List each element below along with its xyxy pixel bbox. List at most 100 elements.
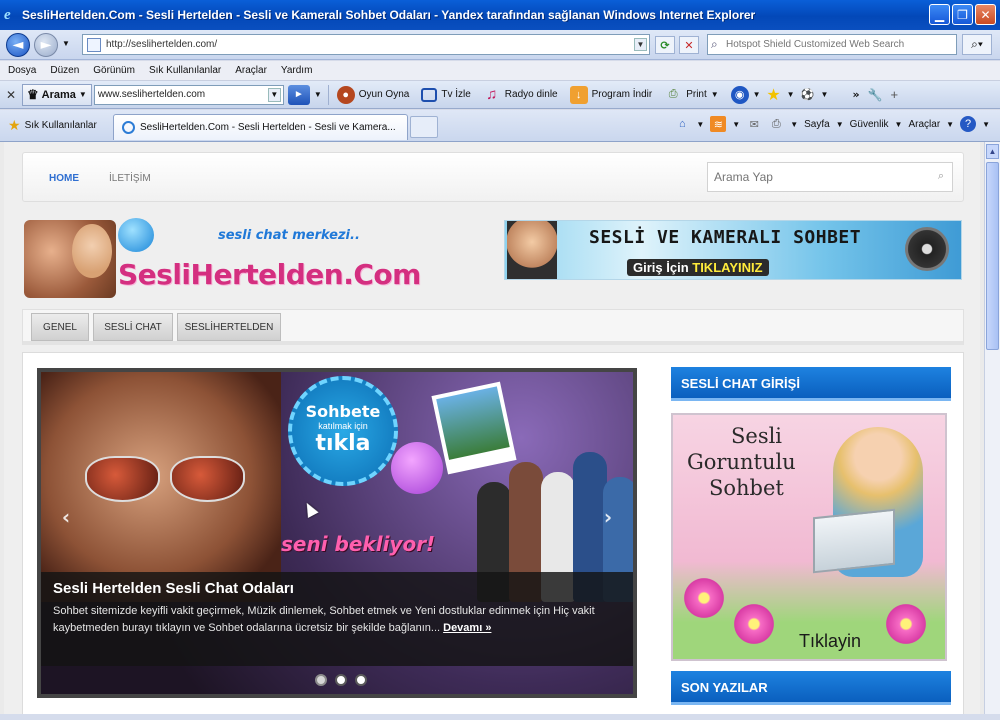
yandex-search-label: Arama xyxy=(41,88,76,101)
music-note-icon: ♫ xyxy=(486,86,498,103)
header-banner[interactable]: SESLİ VE KAMERALI SOHBET Giriş İçin TIKL… xyxy=(504,220,962,280)
search-go-button[interactable]: ⌕▾ xyxy=(962,34,992,55)
chevron-down-icon[interactable]: ▼ xyxy=(732,120,740,129)
featured-slider[interactable]: Sohbete katılmak için tıkla seni bekliyo… xyxy=(37,368,637,698)
scroll-up-icon[interactable]: ▲ xyxy=(986,144,999,159)
menu-edit[interactable]: Düzen xyxy=(50,65,79,76)
chevron-down-icon[interactable]: ▼ xyxy=(314,90,322,99)
mail-icon[interactable]: ✉ xyxy=(746,116,762,132)
stop-icon[interactable]: ✕ xyxy=(679,36,699,54)
menu-tools[interactable]: Araçlar xyxy=(235,65,267,76)
printer-icon[interactable]: ⎙ xyxy=(768,116,784,132)
search-icon[interactable]: ⌕ xyxy=(938,170,944,183)
nav-home[interactable]: HOME xyxy=(49,173,79,184)
toolbar-close-icon[interactable]: ✕ xyxy=(0,88,22,102)
scrollbar-thumb[interactable] xyxy=(986,162,999,350)
toolbar-tv-izle[interactable]: Tv İzle xyxy=(415,84,476,106)
page-menu[interactable]: Sayfa xyxy=(804,119,830,130)
refresh-icon[interactable]: ⟳ xyxy=(655,36,675,54)
slide-overlay-text: seni bekliyor! xyxy=(281,532,436,556)
back-button[interactable]: ◄ xyxy=(6,33,30,57)
read-more-link[interactable]: Devamı » xyxy=(443,622,491,634)
slider-dot-1[interactable] xyxy=(315,674,327,686)
slide-woman-image xyxy=(41,372,281,602)
slider-dot-3[interactable] xyxy=(355,674,367,686)
help-icon[interactable]: ? xyxy=(960,116,977,132)
join-chat-badge[interactable]: Sohbete katılmak için tıkla xyxy=(288,376,398,486)
flower-decoration xyxy=(681,575,727,621)
address-field[interactable]: ▼ xyxy=(82,34,650,55)
chevron-down-icon: ▼ xyxy=(835,119,844,129)
address-dropdown-icon[interactable]: ▼ xyxy=(634,38,647,51)
slider-next-icon[interactable]: › xyxy=(597,502,619,532)
home-icon[interactable]: ⌂ xyxy=(674,116,690,132)
toolbar-item-label: Print xyxy=(686,89,707,100)
slider-prev-icon[interactable]: ‹ xyxy=(55,502,77,532)
video-chat-ad[interactable]: Sesli Goruntulu Sohbet Tıklayin xyxy=(671,413,947,661)
nav-iletisim[interactable]: İLETİŞİM xyxy=(109,173,151,184)
download-icon: ↓ xyxy=(569,85,588,104)
chevron-down-icon[interactable]: ▼ xyxy=(696,120,704,129)
banner-cta-prefix: Giriş İçin xyxy=(633,260,693,275)
chevron-down-icon: ▼ xyxy=(786,90,795,99)
rss-feed-icon[interactable]: ≋ xyxy=(710,116,727,132)
add-icon[interactable]: + xyxy=(891,87,899,102)
yandex-search-input[interactable] xyxy=(94,89,260,100)
category-seslihertelden[interactable]: SESLİHERTELDEN xyxy=(177,313,281,341)
address-toolbar: ◄ ► ▼ ▼ ⟳ ✕ ⌕ ⌕▾ xyxy=(0,30,1000,60)
site-header: sesli chat merkezi.. SesliHertelden.Com … xyxy=(22,214,964,304)
site-search-field[interactable]: ⌕ xyxy=(707,162,953,192)
slide-caption-title[interactable]: Sesli Hertelden Sesli Chat Odaları xyxy=(53,580,629,597)
banner-cta-emphasis: TIKLAYINIZ xyxy=(692,260,763,275)
toolbar-radyo-dinle[interactable]: ♫ Radyo dinle xyxy=(477,84,564,106)
toolbar-oyun-oyna[interactable]: ● Oyun Oyna xyxy=(331,84,416,106)
minimize-button[interactable]: ▁ xyxy=(929,4,950,25)
vertical-scrollbar[interactable]: ▲ xyxy=(984,142,1000,720)
ad-headline-line2: Goruntulu xyxy=(687,450,796,474)
web-search-input[interactable] xyxy=(726,39,946,50)
chevron-down-icon[interactable]: ▼ xyxy=(790,120,798,129)
slide-caption: Sesli Hertelden Sesli Chat Odaları Sohbe… xyxy=(41,572,633,666)
toolbar-extras[interactable]: ◉ ▼ ★ ▼ ⚽ ▼ xyxy=(725,84,835,106)
web-page: HOME İLETİŞİM ⌕ sesli chat merkezi.. Ses… xyxy=(4,142,980,720)
site-logo[interactable]: sesli chat merkezi.. SesliHertelden.Com xyxy=(22,214,421,302)
yandex-search-field[interactable]: ▼ xyxy=(93,84,284,105)
yandex-dropdown-icon[interactable]: ▼ xyxy=(267,87,281,102)
overflow-chevron-icon[interactable]: » xyxy=(852,88,859,101)
tools-menu[interactable]: Araçlar xyxy=(908,119,940,130)
web-search-field[interactable]: ⌕ xyxy=(707,34,957,55)
menu-help[interactable]: Yardım xyxy=(281,65,313,76)
menu-favorites[interactable]: Sık Kullanılanlar xyxy=(149,65,221,76)
maximize-button[interactable]: ❐ xyxy=(952,4,973,25)
menu-file[interactable]: Dosya xyxy=(8,65,36,76)
toolbar-print[interactable]: ⎙ Print ▼ xyxy=(658,84,724,106)
history-dropdown-icon[interactable]: ▼ xyxy=(62,39,70,48)
yandex-search-button[interactable]: ♛ Arama ▼ xyxy=(22,83,92,106)
category-sesli-chat[interactable]: SESLİ CHAT xyxy=(93,313,173,341)
slider-dot-2[interactable] xyxy=(335,674,347,686)
close-button[interactable]: ✕ xyxy=(975,4,996,25)
chevron-down-icon: ▼ xyxy=(946,119,955,129)
chevron-down-icon[interactable]: ▼ xyxy=(982,120,990,129)
page-viewport: HOME İLETİŞİM ⌕ sesli chat merkezi.. Ses… xyxy=(0,142,984,720)
webcam-icon xyxy=(905,227,949,271)
widget-title-recent-posts: SON YAZILAR xyxy=(671,671,951,705)
star-icon: ★ xyxy=(766,86,781,104)
tab-favicon-icon xyxy=(122,121,135,134)
forward-button[interactable]: ► xyxy=(34,33,58,57)
window-titlebar: e SesliHertelden.Com - Sesli Hertelden -… xyxy=(0,0,1000,30)
url-input[interactable] xyxy=(106,39,626,50)
category-genel[interactable]: GENEL xyxy=(31,313,89,341)
badge-line3: tıkla xyxy=(315,431,371,456)
chevron-down-icon: ▼ xyxy=(710,90,719,99)
menu-view[interactable]: Görünüm xyxy=(93,65,135,76)
tab-active[interactable]: SesliHertelden.Com - Sesli Hertelden - S… xyxy=(113,114,408,140)
toolbar-program-indir[interactable]: ↓ Program İndir xyxy=(564,84,659,106)
new-tab-button[interactable] xyxy=(410,116,438,138)
internet-explorer-icon: e xyxy=(4,7,11,23)
site-search-input[interactable] xyxy=(714,170,924,184)
favorites-button[interactable]: ★ Sık Kullanılanlar xyxy=(0,117,105,134)
wrench-icon[interactable]: 🔧 xyxy=(868,88,883,102)
yandex-go-button[interactable]: ► xyxy=(287,84,310,105)
safety-menu[interactable]: Güvenlik xyxy=(850,119,889,130)
